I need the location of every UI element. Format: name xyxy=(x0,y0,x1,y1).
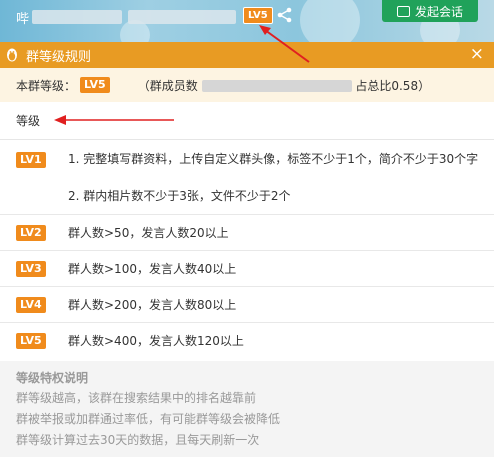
qq-penguin-icon xyxy=(7,48,17,62)
privilege-item: 群等级计算过去30天的数据，且每天刷新一次 xyxy=(16,433,260,447)
annotation-arrow xyxy=(54,115,174,125)
privilege-item: 群等级越高，该群在搜索结果中的排名越靠前 xyxy=(16,391,257,405)
redacted-group-name xyxy=(32,10,122,24)
level-badge: LV2 xyxy=(16,225,46,241)
level-detail-prefix: （群成员数 xyxy=(137,78,198,93)
level-requirement: 群人数>100，发言人数40以上 xyxy=(68,262,237,276)
level-badge: LV3 xyxy=(16,261,46,277)
start-chat-label: 发起会话 xyxy=(414,4,463,19)
level-row: LV3 群人数>100，发言人数40以上 xyxy=(0,251,494,287)
redacted-group-name xyxy=(128,10,236,24)
chat-icon xyxy=(396,5,410,17)
level-row: LV2 群人数>50，发言人数20以上 xyxy=(0,215,494,251)
level-requirement: 2. 群内相片数不少于3张，文件不少于2个 xyxy=(68,189,291,203)
level-requirement: 群人数>200，发言人数80以上 xyxy=(68,298,237,312)
annotation-arrow xyxy=(259,25,310,63)
privileges-heading: 等级特权说明 xyxy=(16,371,89,385)
level-requirement: 1. 完整填写群资料，上传自定义群头像，标签不少于1个，简介不少于30个字 xyxy=(68,152,479,166)
dialog-title-bar: 群等级规则 × xyxy=(0,42,494,68)
level-badge: LV5 xyxy=(16,333,46,349)
level-row: LV5 群人数>400，发言人数120以上 xyxy=(0,323,494,358)
group-banner: 哔 LV5 发起会话 xyxy=(0,0,494,42)
privileges-section: 等级特权说明 群等级越高，该群在搜索结果中的排名越靠前 群被举报或加群通过率低，… xyxy=(0,361,494,457)
level-badge: LV1 xyxy=(16,152,46,168)
close-icon[interactable]: × xyxy=(470,44,484,64)
dialog-title: 群等级规则 xyxy=(26,49,92,65)
level-row: LV1 1. 完整填写群资料，上传自定义群头像，标签不少于1个，简介不少于30个… xyxy=(0,140,494,215)
level-requirement: 群人数>50，发言人数20以上 xyxy=(68,226,229,240)
current-level-label: 本群等级： xyxy=(16,78,77,93)
start-chat-button[interactable]: 发起会话 xyxy=(382,0,478,22)
level-rules-list: LV1 1. 完整填写群资料，上传自定义群头像，标签不少于1个，简介不少于30个… xyxy=(0,140,494,358)
group-name: 哔 xyxy=(16,12,30,27)
current-level-badge: LV5 xyxy=(80,77,110,93)
level-requirement: 群人数>400，发言人数120以上 xyxy=(68,334,244,348)
level-badge: LV4 xyxy=(16,297,46,313)
redacted-stats xyxy=(201,80,352,92)
level-detail: （群成员数 占总比0.58） xyxy=(138,77,430,94)
privilege-item: 群被举报或加群通过率低，有可能群等级会被降低 xyxy=(16,412,281,426)
level-detail-suffix: 占总比0.58） xyxy=(355,78,431,93)
level-row: LV4 群人数>200，发言人数80以上 xyxy=(0,287,494,323)
current-level-row: 本群等级： LV5 （群成员数 占总比0.58） xyxy=(0,68,494,102)
